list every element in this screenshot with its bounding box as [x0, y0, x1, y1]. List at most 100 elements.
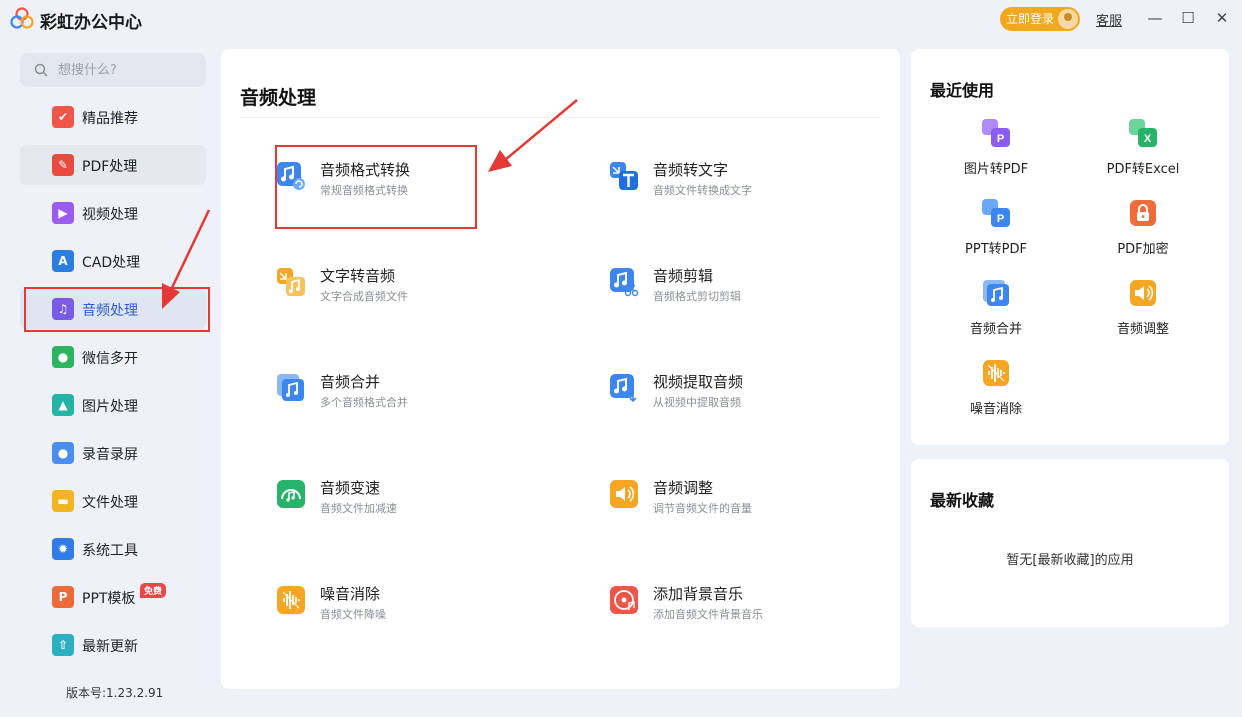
tool-name: 音频变速 — [320, 479, 381, 497]
tool-desc: 添加音频文件背景音乐 — [653, 608, 763, 621]
image-to-pdf-icon: P — [982, 119, 1010, 147]
login-label: 立即登录 — [1006, 12, 1055, 26]
text-to-audio-icon — [277, 268, 305, 296]
recent-item-image-to-pdf[interactable]: P 图片转PDF — [936, 117, 1056, 177]
highlight-box-sidebar-audio — [24, 287, 210, 332]
highlight-box-format-convert — [275, 145, 477, 229]
tool-name: 音频调整 — [653, 479, 714, 497]
app-title: 彩虹办公中心 — [40, 13, 142, 33]
tool-audio-volume[interactable]: 音频调整 调节音频文件的音量 — [609, 477, 909, 537]
recent-item-label: PDF加密 — [1117, 242, 1169, 257]
sidebar-item-label: 图片处理 — [82, 399, 138, 415]
video-extract-audio-icon — [610, 374, 637, 403]
tool-name: 添加背景音乐 — [653, 585, 744, 603]
free-badge: 免费 — [140, 583, 167, 598]
tool-audio-to-text[interactable]: 音频转文字 音频文件转换成文字 — [609, 159, 909, 219]
maximize-button[interactable]: ☐ — [1175, 6, 1201, 30]
minimize-button[interactable]: — — [1142, 6, 1168, 30]
sidebar-item-label: 文件处理 — [82, 495, 138, 511]
tool-text-to-audio[interactable]: 文字转音频 文字合成音频文件 — [276, 265, 576, 325]
sidebar-item-label: 精品推荐 — [82, 111, 138, 127]
sidebar-item-featured[interactable]: ✔ 精品推荐 — [20, 97, 206, 137]
audio-speed-icon — [277, 480, 305, 508]
sidebar-item-image[interactable]: ▲ 图片处理 — [20, 385, 206, 425]
tool-desc: 音频格式剪切剪辑 — [653, 290, 741, 303]
tool-name: 音频合并 — [320, 373, 381, 391]
sidebar-item-label: 录音录屏 — [82, 447, 138, 463]
recent-item-noise-reduction[interactable]: 噪音消除 — [936, 357, 1056, 417]
tool-background-music[interactable]: 添加背景音乐 添加音频文件背景音乐 — [609, 583, 909, 643]
tool-desc: 音频文件加减速 — [320, 502, 397, 515]
sidebar-item-recording[interactable]: ● 录音录屏 — [20, 433, 206, 473]
audio-volume-icon — [1130, 280, 1156, 306]
sidebar-item-cad[interactable]: A CAD处理 — [20, 241, 206, 281]
sidebar-item-pdf[interactable]: ✎ PDF处理 — [20, 145, 206, 185]
tool-name: 文字转音频 — [320, 267, 396, 285]
tool-name: 噪音消除 — [320, 585, 381, 603]
close-button[interactable]: ✕ — [1209, 6, 1235, 30]
sidebar-item-updates[interactable]: ⇧ 最新更新 — [20, 625, 206, 665]
sidebar-item-wechat[interactable]: ● 微信多开 — [20, 337, 206, 377]
tool-desc: 调节音频文件的音量 — [653, 502, 752, 515]
sidebar: ✔ 精品推荐 ✎ PDF处理 ▶ 视频处理 A CAD处理 ♫ 音频处理 ● 微… — [0, 38, 220, 717]
sidebar-item-files[interactable]: ▬ 文件处理 — [20, 481, 206, 521]
sidebar-item-video[interactable]: ▶ 视频处理 — [20, 193, 206, 233]
favorites-empty-text: 暂无[最新收藏]的应用 — [1006, 553, 1134, 568]
thumbs-up-icon: ✔ — [52, 106, 74, 128]
svg-text:P: P — [997, 213, 1004, 225]
search-box[interactable] — [20, 53, 206, 87]
tool-desc: 音频文件转换成文字 — [653, 184, 752, 197]
image-icon: ▲ — [52, 394, 74, 416]
tool-name: 音频转文字 — [653, 161, 729, 179]
pdf-icon: ✎ — [52, 154, 74, 176]
recent-item-label: 噪音消除 — [969, 402, 1022, 417]
sidebar-item-ppt-templates[interactable]: P PPT模板 免费 — [20, 577, 206, 617]
recent-panel: 最近使用 P 图片转PDF X PDF转Excel P PPT转PDF PDF加… — [911, 49, 1229, 445]
recent-item-pdf-to-excel[interactable]: X PDF转Excel — [1083, 117, 1203, 177]
version-label: 版本号:1.23.2.91 — [66, 686, 164, 700]
audio-merge-icon — [983, 280, 1009, 306]
search-icon — [34, 63, 48, 77]
login-button[interactable]: 立即登录 — [1000, 7, 1080, 31]
svg-text:X: X — [1144, 133, 1152, 145]
svg-text:P: P — [997, 133, 1004, 145]
sidebar-item-label: 系统工具 — [82, 543, 138, 559]
tool-video-extract-audio[interactable]: 视频提取音频 从视频中提取音频 — [609, 371, 909, 431]
recent-title: 最近使用 — [930, 81, 995, 100]
upload-icon: ⇧ — [52, 634, 74, 656]
ppt-icon: P — [52, 586, 74, 608]
tool-audio-speed[interactable]: 音频变速 音频文件加减速 — [276, 477, 576, 537]
tool-noise-reduction[interactable]: 噪音消除 音频文件降噪 — [276, 583, 576, 643]
app-logo-icon — [10, 7, 34, 29]
pdf-to-excel-icon: X — [1129, 119, 1157, 147]
background-music-icon — [610, 586, 638, 614]
sidebar-item-label: 最新更新 — [82, 639, 138, 655]
tool-audio-cut[interactable]: 音频剪辑 音频格式剪切剪辑 — [609, 265, 909, 325]
recent-item-ppt-to-pdf[interactable]: P PPT转PDF — [936, 197, 1056, 257]
video-play-icon: ▶ — [52, 202, 74, 224]
avatar-icon — [1058, 9, 1078, 29]
recent-item-label: 音频合并 — [969, 322, 1022, 337]
tool-desc: 多个音频格式合并 — [320, 396, 408, 409]
tool-desc: 音频文件降噪 — [320, 608, 386, 621]
folder-icon: ▬ — [52, 490, 74, 512]
recent-item-pdf-encrypt[interactable]: PDF加密 — [1083, 197, 1203, 257]
audio-volume-icon — [610, 480, 638, 508]
sidebar-item-label: 视频处理 — [82, 207, 138, 223]
recent-item-audio-merge[interactable]: 音频合并 — [936, 277, 1056, 337]
gear-icon: ✹ — [52, 538, 74, 560]
customer-service-link[interactable]: 客服 — [1096, 10, 1122, 29]
title-divider — [240, 117, 880, 118]
ppt-to-pdf-icon: P — [982, 199, 1010, 227]
sidebar-item-label: 微信多开 — [82, 351, 138, 367]
recent-item-label: PPT转PDF — [965, 242, 1027, 257]
sidebar-item-system-tools[interactable]: ✹ 系统工具 — [20, 529, 206, 569]
recent-item-label: 音频调整 — [1116, 322, 1169, 337]
cad-icon: A — [52, 250, 74, 272]
search-input[interactable] — [58, 61, 198, 79]
microphone-icon: ● — [52, 442, 74, 464]
pdf-lock-icon — [1130, 200, 1156, 226]
tool-audio-merge[interactable]: 音频合并 多个音频格式合并 — [276, 371, 576, 431]
audio-to-text-icon — [610, 162, 638, 190]
recent-item-audio-volume[interactable]: 音频调整 — [1083, 277, 1203, 337]
